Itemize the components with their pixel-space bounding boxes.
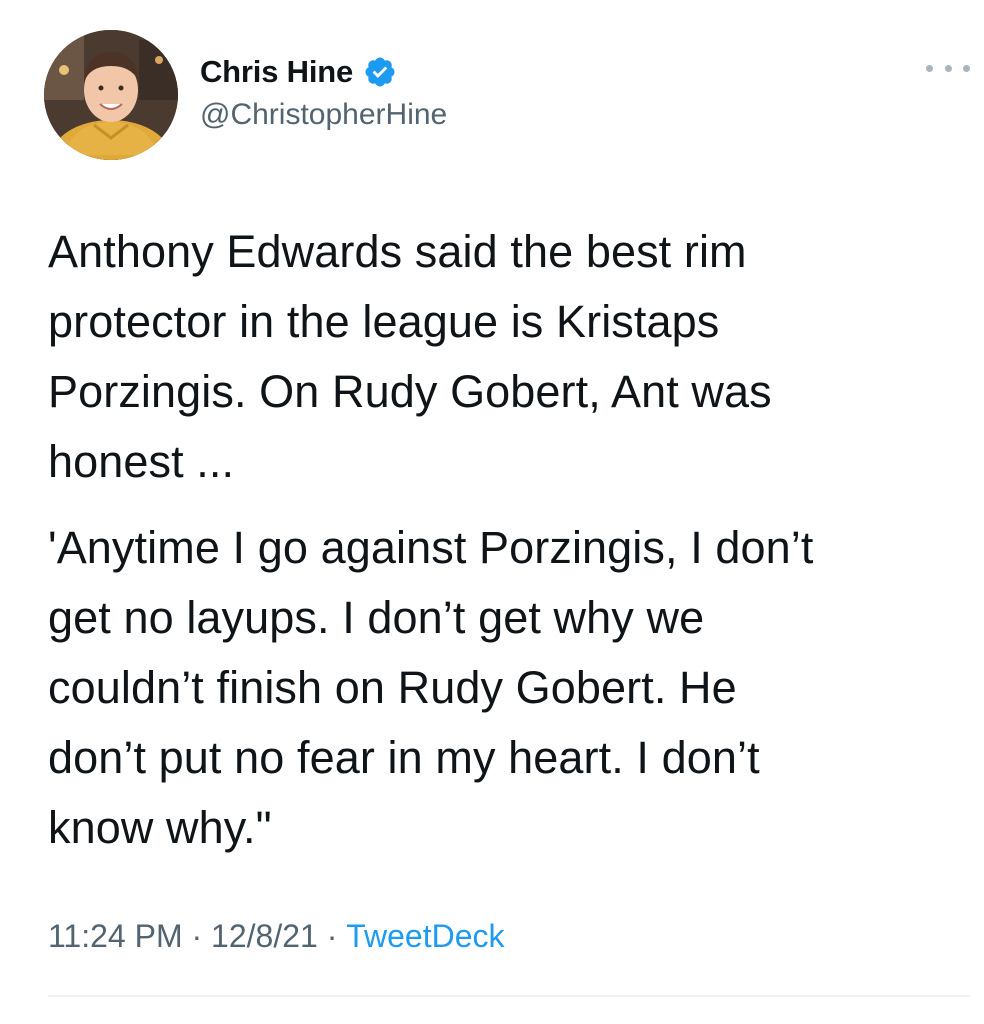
verified-badge-icon [363,55,397,89]
avatar[interactable] [44,30,178,160]
more-dot-icon [963,64,970,72]
tweet-date[interactable]: 12/8/21 [211,918,318,955]
more-dot-icon [926,64,933,72]
tweet-meta: 11:24 PM · 12/8/21 · TweetDeck [48,918,505,955]
tweet-time[interactable]: 11:24 PM [48,918,183,955]
meta-separator: · [317,918,347,954]
tweet-text-paragraph-2: 'Anytime I go against Porzingis, I don’t… [48,522,814,853]
more-options-icon[interactable] [926,56,970,80]
tweet-source-link[interactable]: TweetDeck [346,918,504,955]
divider [48,995,970,997]
tweet-card: Chris Hine @ChristopherHine Anthony Edwa… [0,0,984,1024]
avatar-photo-icon [44,30,178,160]
author-name-row[interactable]: Chris Hine [200,50,397,94]
author-handle[interactable]: @ChristopherHine [200,98,447,132]
more-dot-icon [944,64,952,72]
author-display-name[interactable]: Chris Hine [200,54,353,90]
tweet-text-paragraph-1: Anthony Edwards said the best rim protec… [48,226,772,487]
meta-separator: · [182,918,212,954]
